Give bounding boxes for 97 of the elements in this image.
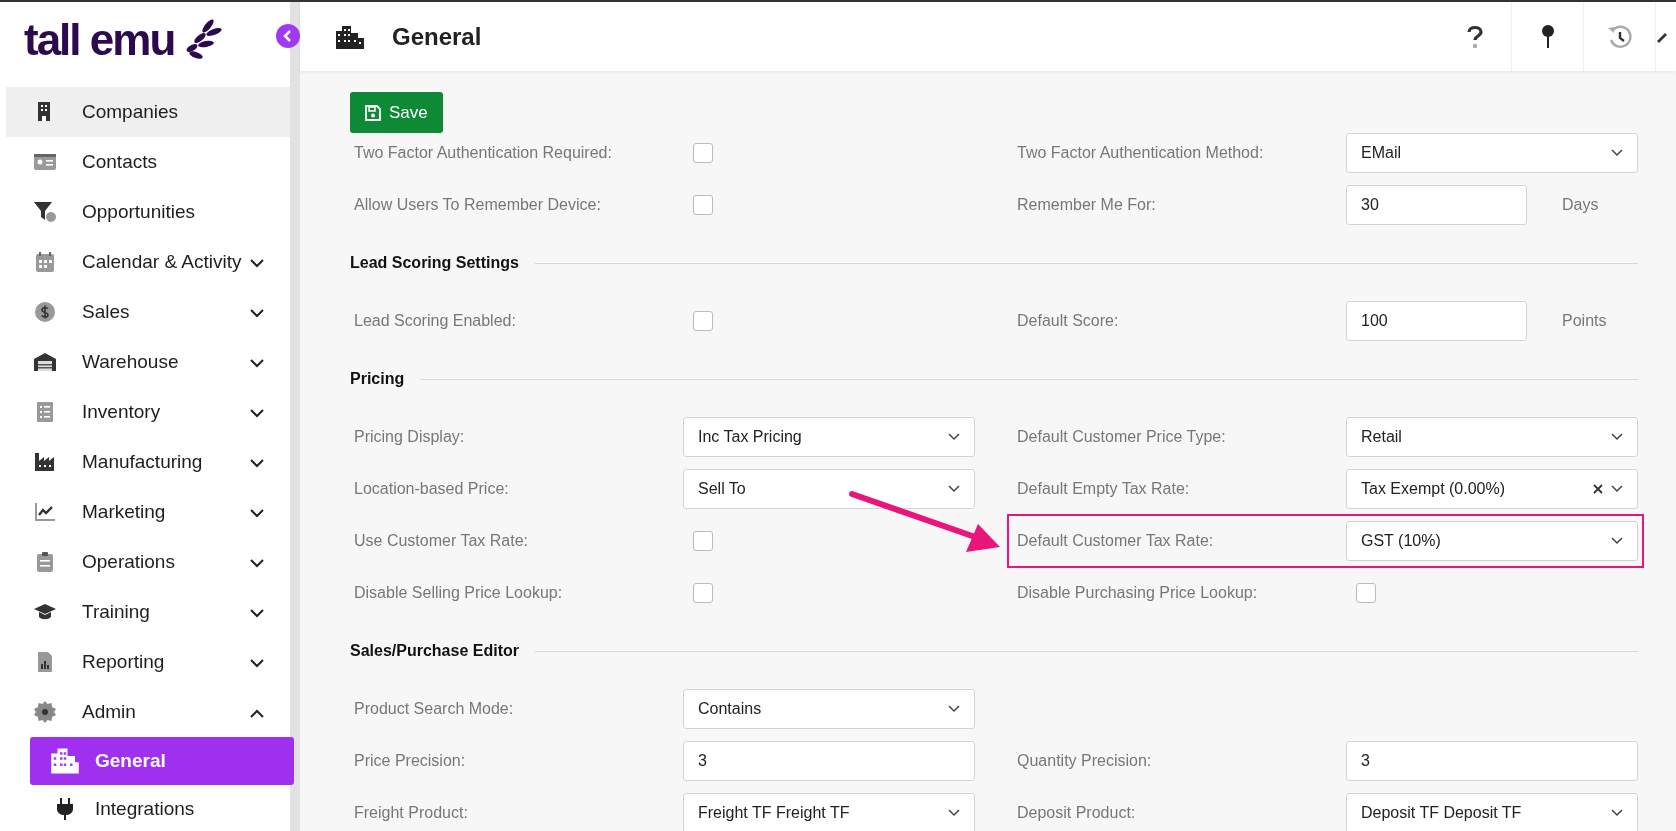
help-icon	[1467, 24, 1483, 49]
field-label: Two Factor Authentication Required:	[354, 144, 613, 162]
nav-item[interactable]: Marketing	[6, 487, 290, 537]
field-label: Default Score:	[1017, 312, 1120, 330]
dropdown[interactable]: Inc Tax Pricing	[683, 417, 975, 457]
input-field[interactable]: 3	[683, 741, 975, 781]
nav-item[interactable]: Reporting	[6, 637, 290, 687]
chevron-down-icon	[1611, 537, 1623, 545]
section-heading: Pricing	[350, 370, 405, 388]
pin-button[interactable]	[1511, 2, 1583, 71]
field-label: Two Factor Authentication Method:	[1017, 144, 1265, 162]
chevron-down-icon	[948, 433, 960, 441]
nav-item[interactable]: Contacts	[6, 137, 290, 187]
nav-item[interactable]: Training	[6, 587, 290, 637]
unit-label: Days	[1562, 196, 1599, 214]
checkbox[interactable]	[693, 143, 713, 163]
nav-item[interactable]: Manufacturing	[6, 437, 290, 487]
field-label: Lead Scoring Enabled:	[354, 312, 517, 330]
building-icon	[335, 23, 365, 50]
chevron-down-icon	[250, 609, 264, 618]
chevron-down-icon	[948, 485, 960, 493]
dropdown[interactable]: Deposit TF Deposit TF	[1346, 793, 1638, 831]
checkbox[interactable]	[693, 583, 713, 603]
field-label: Disable Purchasing Price Lookup:	[1017, 584, 1259, 602]
section-heading: Lead Scoring Settings	[350, 254, 519, 272]
save-icon	[365, 104, 381, 121]
input-field[interactable]: 3	[1346, 741, 1638, 781]
field-label: Quantity Precision:	[1017, 752, 1153, 770]
collapse-button[interactable]	[276, 24, 300, 48]
checkbox[interactable]	[693, 311, 713, 331]
chevron-left-icon	[283, 30, 293, 42]
chevron-down-icon	[250, 259, 264, 268]
chevron-down-icon	[250, 459, 264, 468]
dropdown[interactable]: Sell To	[683, 469, 975, 509]
chevron-down-icon	[1611, 149, 1623, 157]
section-heading: Sales/Purchase Editor	[350, 642, 519, 660]
nav-item[interactable]: Companies	[6, 87, 290, 137]
dropdown[interactable]: GST (10%)	[1346, 521, 1638, 561]
page-title: General	[392, 22, 482, 51]
field-label: Disable Selling Price Lookup:	[354, 584, 564, 602]
factory-icon	[33, 450, 57, 474]
chevron-down-icon	[250, 309, 264, 318]
building-icon	[50, 746, 80, 776]
field-label: Default Customer Price Type:	[1017, 428, 1227, 446]
calendar-icon	[33, 250, 57, 274]
chevron-down-icon	[948, 705, 960, 713]
unit-label: Points	[1562, 312, 1607, 330]
field-label: Product Search Mode:	[354, 700, 515, 718]
chevron-down-icon	[250, 509, 264, 518]
chart-icon	[33, 500, 57, 524]
field-label: Use Customer Tax Rate:	[354, 532, 529, 550]
save-button[interactable]: Save	[350, 92, 443, 133]
chevron-down-icon	[1611, 809, 1623, 817]
nav-item[interactable]: Admin	[6, 687, 290, 737]
dropdown[interactable]: Retail	[1346, 417, 1638, 457]
checkbox[interactable]	[1356, 583, 1376, 603]
nav-item[interactable]: General	[30, 737, 294, 785]
nav-item[interactable]: Sales	[6, 287, 290, 337]
nav-item[interactable]: Calendar & Activity	[6, 237, 290, 287]
funnel-icon	[33, 200, 57, 224]
chevron-down-icon	[1611, 485, 1623, 493]
dropdown[interactable]: EMail	[1346, 133, 1638, 173]
field-label: Pricing Display:	[354, 428, 466, 446]
pin-icon	[1540, 23, 1555, 50]
input-field[interactable]: 100	[1346, 301, 1527, 341]
nav-item[interactable]: Warehouse	[6, 337, 290, 387]
field-label: Deposit Product:	[1017, 804, 1137, 822]
chevron-down-icon	[250, 359, 264, 368]
chevron-down-icon	[250, 409, 264, 418]
chevron-down-icon	[1611, 433, 1623, 441]
checkbox[interactable]	[693, 195, 713, 215]
field-label: Freight Product:	[354, 804, 469, 822]
dropdown[interactable]: Tax Exempt (0.00%)	[1346, 469, 1638, 509]
dropdown[interactable]: Contains	[683, 689, 975, 729]
settings-icon	[33, 700, 57, 724]
input-field[interactable]: 30	[1346, 185, 1527, 225]
chevron-down-icon	[250, 559, 264, 568]
clear-icon[interactable]	[1593, 484, 1603, 494]
chevron-down-icon	[948, 809, 960, 817]
field-label: Allow Users To Remember Device:	[354, 196, 602, 214]
dropdown[interactable]: Freight TF Freight TF	[683, 793, 975, 831]
nav-item[interactable]: Integrations	[30, 785, 294, 831]
nav-item[interactable]: Operations	[6, 537, 290, 587]
field-label: Location-based Price:	[354, 480, 510, 498]
field-label: Default Customer Tax Rate:	[1017, 532, 1215, 550]
logo-text: tall emu	[24, 15, 175, 65]
field-label: Default Empty Tax Rate:	[1017, 480, 1191, 498]
chevron-down-icon	[250, 659, 264, 668]
checkbox[interactable]	[693, 531, 713, 551]
warehouse-icon	[33, 350, 57, 374]
nav-item[interactable]: Opportunities	[6, 187, 290, 237]
history-icon	[1606, 23, 1633, 50]
field-label: Price Precision:	[354, 752, 467, 770]
chevron-up-icon	[250, 709, 264, 718]
field-label: Remember Me For:	[1017, 196, 1157, 214]
dollar-icon	[33, 300, 57, 324]
nav-item[interactable]: Inventory	[6, 387, 290, 437]
